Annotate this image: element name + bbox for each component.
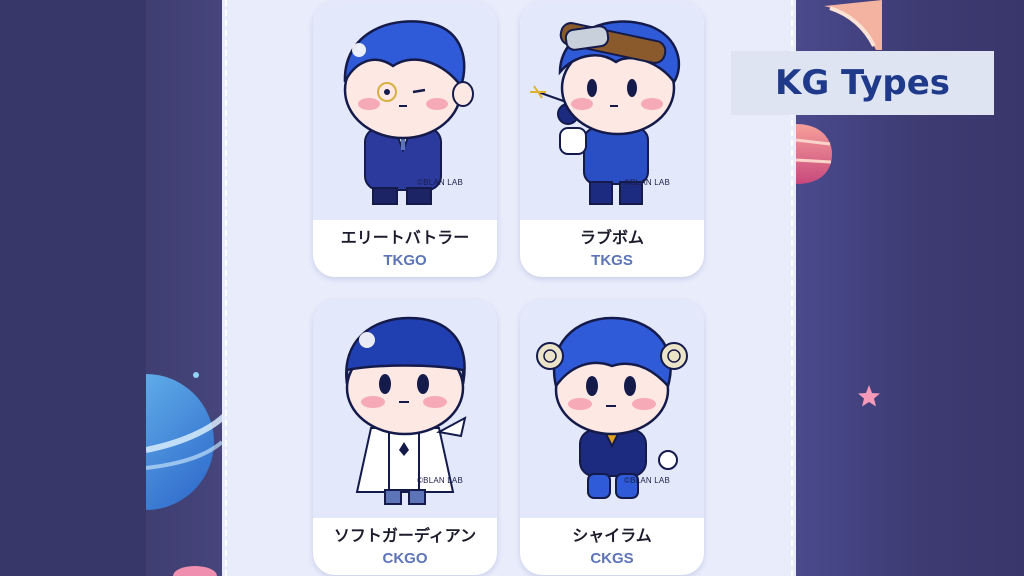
type-name: シャイラム: [572, 526, 652, 545]
title-label: KG Types: [774, 63, 951, 103]
left-dark-strip: [0, 0, 146, 576]
type-card-ckgo[interactable]: ©BLAN LAB ソフトガーディアン CKGO: [313, 300, 497, 575]
panel-border-left: [225, 0, 227, 576]
star-icon: [858, 385, 880, 407]
planet-icon: [796, 124, 832, 184]
type-code: CKGS: [590, 550, 634, 567]
type-name: ソフトガーディアン: [333, 526, 477, 545]
type-name: エリートバトラー: [340, 228, 470, 247]
copyright-label: ©BLAN LAB: [417, 178, 463, 187]
type-code: TKGS: [591, 252, 633, 269]
type-card-tkgo[interactable]: ©BLAN LAB エリートバトラー TKGO: [313, 2, 497, 277]
type-name: ラブボム: [579, 228, 644, 247]
comet-icon: [824, 0, 882, 50]
character-illustration: [520, 300, 704, 518]
type-card-ckgs[interactable]: ©BLAN LAB シャイラム CKGS: [520, 300, 704, 575]
copyright-label: ©BLAN LAB: [417, 476, 463, 485]
character-illustration: [313, 2, 497, 220]
character-illustration: [313, 300, 497, 518]
title-badge: KG Types: [731, 51, 994, 115]
character-panel: [222, 0, 796, 576]
character-illustration: [520, 2, 704, 220]
type-code: TKGO: [383, 252, 427, 269]
type-card-tkgs[interactable]: ©BLAN LAB ラブボム TKGS: [520, 2, 704, 277]
copyright-label: ©BLAN LAB: [624, 178, 670, 187]
type-code: CKGO: [382, 550, 428, 567]
planet-icon: [173, 566, 217, 576]
planet-dot: [193, 372, 199, 378]
copyright-label: ©BLAN LAB: [624, 476, 670, 485]
